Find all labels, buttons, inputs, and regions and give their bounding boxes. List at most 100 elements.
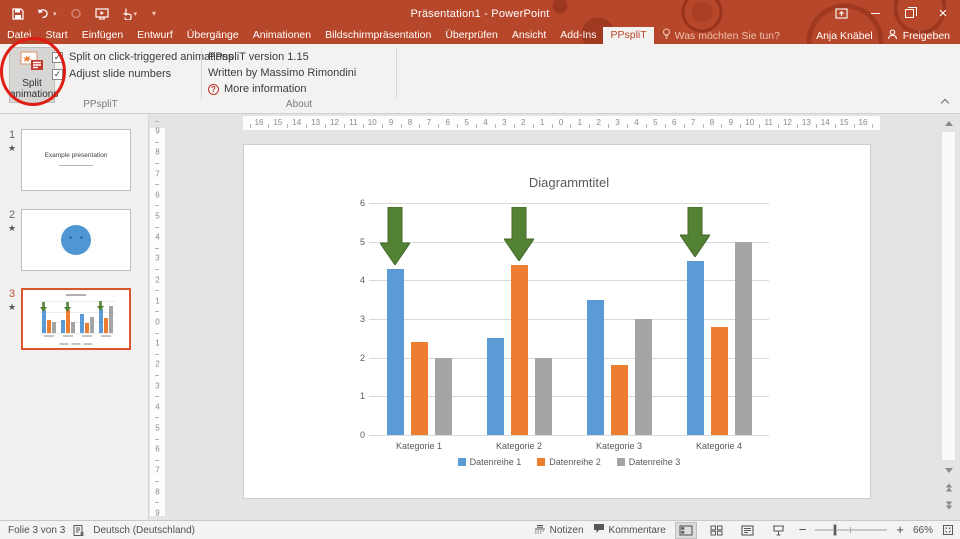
vertical-ruler[interactable]: 9876543210123456789 <box>150 128 165 516</box>
v-ruler-number: 6 <box>155 190 159 199</box>
ruler-tick <box>155 205 159 206</box>
h-ruler-number: 2 <box>521 118 525 127</box>
undo-dropdown-caret[interactable]: ▾ <box>53 10 57 18</box>
scroll-up-button[interactable] <box>941 116 956 130</box>
legend-item-datenreihe-1[interactable]: Datenreihe 1 <box>458 457 522 467</box>
checkbox-2[interactable]: ✓ <box>52 69 63 80</box>
green-down-arrow-shape[interactable] <box>680 207 710 262</box>
minimize-button[interactable] <box>858 0 892 27</box>
legend-swatch <box>617 458 625 466</box>
comments-toggle[interactable]: Kommentare <box>593 523 666 537</box>
touch-mouse-mode-icon[interactable]: ▾ <box>122 8 138 20</box>
v-ruler-number: 9 <box>155 127 159 136</box>
tab-start[interactable]: Start <box>39 27 75 44</box>
ruler-tick <box>155 184 159 185</box>
h-ruler-number: 6 <box>446 118 450 127</box>
group-separator <box>201 47 202 99</box>
tab--berg-nge[interactable]: Übergänge <box>180 27 246 44</box>
bar-datenreihe-1-cat4[interactable] <box>687 261 704 435</box>
notes-toggle[interactable]: Notizen <box>534 524 584 537</box>
slide-thumbnail-3[interactable] <box>21 288 131 350</box>
bar-datenreihe-3-cat4[interactable] <box>735 242 752 435</box>
chart-legend[interactable]: Datenreihe 1 Datenreihe 2 Datenreihe 3 <box>369 457 769 467</box>
user-name[interactable]: Anja Knäbel <box>816 30 873 42</box>
customize-qat-icon[interactable]: ▾ <box>152 9 156 18</box>
scrollbar-track[interactable] <box>941 131 956 461</box>
zoom-out-button[interactable]: − <box>799 525 807 535</box>
reading-view-button[interactable] <box>737 522 759 539</box>
normal-view-button[interactable] <box>675 522 697 539</box>
vertical-scrollbar[interactable] <box>939 116 958 520</box>
slide-sorter-view-button[interactable] <box>706 522 728 539</box>
bar-datenreihe-3-cat2[interactable] <box>535 358 552 435</box>
tab-bildschirmpr-sentation[interactable]: Bildschirmpräsentation <box>318 27 438 44</box>
slide-editing-area[interactable]: Diagrammtitel 0123456Kategorie 1Kategori… <box>243 144 871 499</box>
bar-datenreihe-3-cat1[interactable] <box>435 358 452 435</box>
zoom-in-button[interactable]: + <box>896 525 904 535</box>
ribbon-display-options-icon[interactable] <box>824 0 858 27</box>
scroll-down-button[interactable] <box>941 463 956 477</box>
bar-datenreihe-1-cat1[interactable] <box>387 269 404 435</box>
language-status[interactable]: Deutsch (Deutschland) <box>93 525 195 536</box>
previous-slide-button[interactable] <box>941 480 956 494</box>
slide-counter[interactable]: Folie 3 von 3 <box>8 525 65 536</box>
bar-datenreihe-3-cat3[interactable] <box>635 319 652 435</box>
chart-title[interactable]: Diagrammtitel <box>369 175 769 190</box>
tab-datei[interactable]: Datei <box>0 27 39 44</box>
checkbox-row-2[interactable]: ✓ Adjust slide numbers <box>52 66 233 82</box>
tab-ppsplit[interactable]: PPspliT <box>603 27 653 44</box>
tell-me-box[interactable]: Was möchten Sie tun? <box>654 27 788 44</box>
zoom-percentage[interactable]: 66% <box>913 525 933 536</box>
ruler-tick <box>703 124 704 128</box>
h-ruler-number: 11 <box>349 118 357 127</box>
share-button[interactable]: Freigeben <box>887 29 950 43</box>
tab-animationen[interactable]: Animationen <box>246 27 318 44</box>
bar-datenreihe-2-cat1[interactable] <box>411 342 428 435</box>
ruler-tick <box>382 124 383 128</box>
checkbox-label-2: Adjust slide numbers <box>69 68 171 80</box>
collapse-ribbon-icon[interactable] <box>942 100 949 107</box>
v-ruler-number: 7 <box>155 466 159 475</box>
checkbox-row-1[interactable]: ✓Split on click-triggered animations <box>52 49 233 65</box>
ruler-tick <box>721 124 722 128</box>
legend-item-datenreihe-3[interactable]: Datenreihe 3 <box>617 457 681 467</box>
proofing-status-icon[interactable] <box>73 524 85 536</box>
green-down-arrow-shape[interactable] <box>380 207 410 270</box>
split-animations-button[interactable]: Split animations <box>9 47 55 103</box>
save-icon[interactable] <box>12 8 24 20</box>
bar-datenreihe-2-cat4[interactable] <box>711 327 728 435</box>
bar-datenreihe-1-cat2[interactable] <box>487 338 504 435</box>
touch-mode-dropdown-caret[interactable]: ▾ <box>134 10 138 18</box>
bar-datenreihe-1-cat3[interactable] <box>587 300 604 435</box>
mini-category-label-placeholder <box>101 335 111 337</box>
undo-icon[interactable]: ▾ <box>37 8 57 19</box>
bar-datenreihe-2-cat2[interactable] <box>511 265 528 435</box>
zoom-slider[interactable] <box>815 524 887 536</box>
tab-ansicht[interactable]: Ansicht <box>505 27 553 44</box>
legend-item-datenreihe-2[interactable]: Datenreihe 2 <box>537 457 601 467</box>
ruler-tick <box>684 124 685 128</box>
restore-button[interactable] <box>892 0 926 27</box>
slideshow-view-button[interactable] <box>768 522 790 539</box>
horizontal-ruler[interactable]: 1615141312111098765432101234567891011121… <box>150 116 938 130</box>
tab--berpr-fen[interactable]: Überprüfen <box>438 27 505 44</box>
green-down-arrow-shape[interactable] <box>504 207 534 266</box>
ruler-tick <box>419 124 420 128</box>
bar-datenreihe-2-cat3[interactable] <box>611 365 628 435</box>
zoom-slider-thumb[interactable] <box>833 524 837 536</box>
tab-einf-gen[interactable]: Einfügen <box>75 27 130 44</box>
ruler-tick <box>740 124 741 128</box>
tab-add-ins[interactable]: Add-Ins <box>553 27 603 44</box>
ruler-tick <box>872 124 873 128</box>
tab-entwurf[interactable]: Entwurf <box>130 27 180 44</box>
checkbox-1[interactable]: ✓ <box>52 52 63 63</box>
chart-plot-area[interactable]: 0123456Kategorie 1Kategorie 2Kategorie 3… <box>369 203 769 435</box>
start-slideshow-icon[interactable] <box>95 8 109 20</box>
slide-thumbnail-2[interactable] <box>21 209 131 271</box>
slide-thumbnail-1[interactable]: Example presentation <box>21 129 131 191</box>
fit-to-window-icon[interactable] <box>942 524 954 536</box>
window-controls: × <box>824 0 960 27</box>
close-button[interactable]: × <box>926 0 960 27</box>
next-slide-button[interactable] <box>941 498 956 512</box>
more-information-link[interactable]: ? More information <box>208 81 356 97</box>
